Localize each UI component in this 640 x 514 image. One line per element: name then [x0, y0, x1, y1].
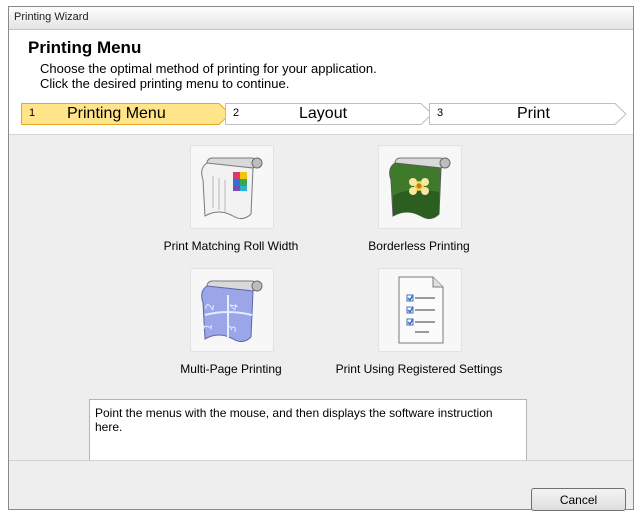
roll-width-button[interactable] [190, 145, 274, 229]
borderless-printing-button[interactable] [378, 145, 462, 229]
instruction-line-2: Click the desired printing menu to conti… [40, 76, 290, 91]
registered-settings-button[interactable] [378, 268, 462, 352]
step-number: 3 [437, 107, 444, 119]
step-label: Printing Menu [67, 105, 166, 122]
borderless-printing-label[interactable]: Borderless Printing [329, 239, 509, 253]
footer-bar: Cancel [9, 460, 633, 511]
step-layout: 2 Layout [225, 103, 435, 125]
step-number: 1 [29, 107, 36, 119]
page-title: Printing Menu [28, 38, 142, 57]
title-bar: Printing Wizard [9, 7, 633, 30]
roll-width-label[interactable]: Print Matching Roll Width [141, 239, 321, 253]
step-label: Print [517, 105, 550, 122]
roll-width-icon [201, 157, 263, 220]
instruction-line-1: Choose the optimal method of printing fo… [40, 61, 377, 76]
borderless-flower-icon [389, 157, 451, 220]
cancel-button[interactable]: Cancel [531, 488, 626, 511]
wizard-header: Printing Menu Choose the optimal method … [9, 30, 633, 134]
window-title: Printing Wizard [14, 11, 89, 23]
multi-page-button[interactable]: 2 4 1 3 [190, 268, 274, 352]
wizard-steps: 1 Printing Menu 2 Layout 3 Print [21, 103, 627, 125]
multi-page-icon: 2 4 1 3 [201, 280, 263, 343]
registered-settings-icon [398, 276, 444, 344]
step-printing-menu: 1 Printing Menu [21, 103, 231, 125]
multi-page-label[interactable]: Multi-Page Printing [141, 362, 321, 376]
printing-wizard-window: Printing Wizard Printing Menu Choose the… [8, 6, 634, 511]
step-number: 2 [233, 107, 240, 119]
instruction-box: Point the menus with the mouse, and then… [89, 399, 527, 461]
menu-content: Print Matching Roll Width Borderless Pri… [9, 134, 633, 461]
registered-settings-label[interactable]: Print Using Registered Settings [309, 362, 529, 376]
step-print: 3 Print [429, 103, 627, 125]
step-label: Layout [299, 105, 348, 122]
